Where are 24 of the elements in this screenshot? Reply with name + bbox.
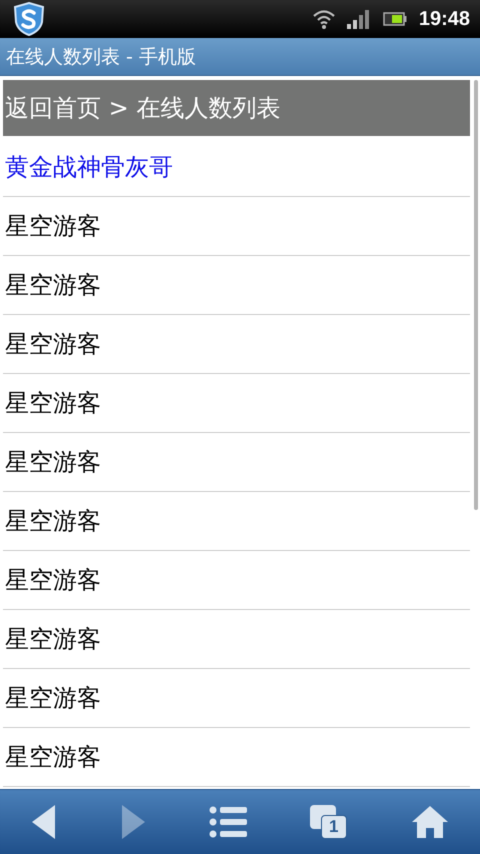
user-name: 星空游客 [5,447,101,478]
user-name: 星空游客 [5,388,101,419]
user-name: 星空游客 [5,683,101,714]
breadcrumb-text[interactable]: 返回首页 > 在线人数列表 [5,92,280,124]
page-title: 在线人数列表 - 手机版 [6,44,196,70]
forward-arrow-icon [120,804,146,840]
user-name: 星空游客 [5,506,101,537]
wifi-icon [312,9,335,29]
home-icon [410,805,449,839]
user-name: 星空游客 [5,565,101,596]
user-name: 星空游客 [5,211,101,242]
battery-icon [382,11,407,27]
back-arrow-icon [31,804,58,840]
signal-icon [346,9,371,29]
user-name: 星空游客 [5,270,101,301]
user-name: 星空游客 [5,329,101,360]
shield-icon [12,2,46,36]
user-name: 星空游客 [5,624,101,655]
user-name: 星空游客 [5,742,101,773]
clock-time: 19:48 [418,8,470,30]
user-link[interactable]: 黄金战神骨灰哥 [5,151,173,183]
tabs-button[interactable]: 1 [300,799,358,845]
menu-icon [208,806,247,838]
tab-count: 1 [320,815,347,839]
